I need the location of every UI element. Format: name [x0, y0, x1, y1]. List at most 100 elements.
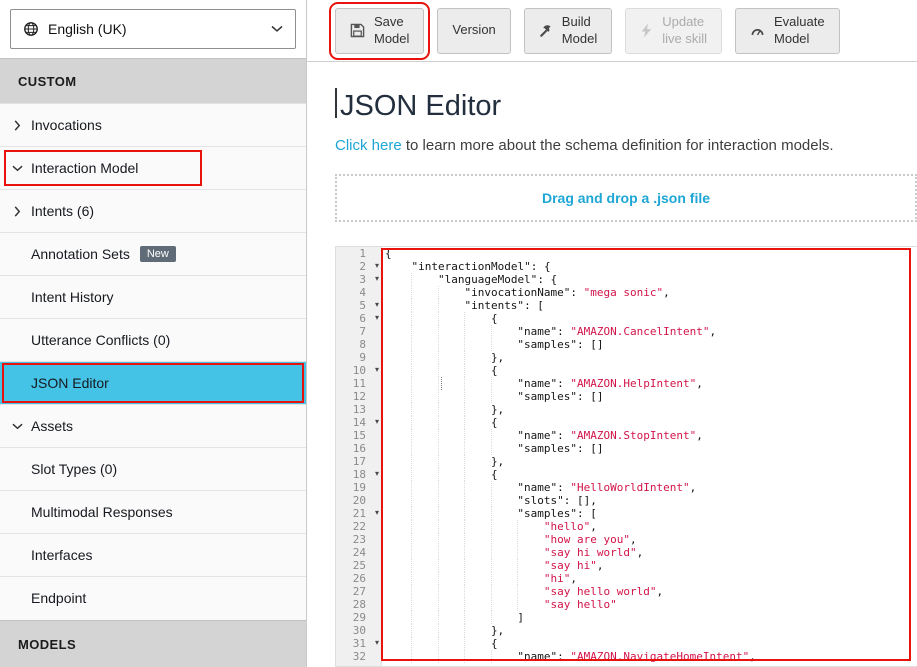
editor-code-area[interactable]: {"interactionModel": {"languageModel": {…: [382, 247, 917, 666]
line-number: 9: [359, 351, 366, 364]
indent-guide: [411, 572, 437, 585]
fold-toggle-icon[interactable]: ▾: [375, 415, 379, 428]
gutter-line: 6▾: [336, 312, 381, 325]
section-label: MODELS: [18, 637, 76, 652]
indent-guide: [464, 559, 490, 572]
indent-guide: [385, 273, 411, 286]
sidebar-item-slot-types-0[interactable]: Slot Types (0): [0, 447, 306, 490]
fold-toggle-icon[interactable]: ▾: [375, 298, 379, 311]
fold-toggle-icon[interactable]: ▾: [375, 636, 379, 649]
sidebar-item-interfaces[interactable]: Interfaces: [0, 533, 306, 576]
line-number: 32: [353, 650, 366, 663]
indent-guide: [464, 442, 490, 455]
indent-guide: [464, 468, 490, 481]
code-token: ,: [663, 286, 670, 299]
indent-guide: [438, 403, 464, 416]
sidebar-item-intents-6[interactable]: Intents (6): [0, 189, 306, 232]
save-model-button[interactable]: SaveModel: [335, 8, 424, 54]
code-token: :: [557, 377, 570, 390]
sidebar-item-invocations[interactable]: Invocations: [0, 103, 306, 146]
indent-guide: [438, 416, 464, 429]
indent-guide: [491, 650, 517, 663]
sidebar-item-annotation-sets[interactable]: Annotation SetsNew: [0, 232, 306, 275]
version-button[interactable]: Version: [437, 8, 510, 54]
code-token: :: [557, 650, 570, 663]
language-selector[interactable]: English (UK): [10, 9, 296, 49]
fold-toggle-icon[interactable]: ▾: [375, 467, 379, 480]
gutter-line: 28: [336, 598, 381, 611]
code-token: "slots": [517, 494, 563, 507]
sidebar-item-utterance-conflicts-0[interactable]: Utterance Conflicts (0): [0, 318, 306, 361]
fold-toggle-icon[interactable]: ▾: [375, 363, 379, 376]
code-token: "samples": [517, 390, 577, 403]
indent-guide: [491, 507, 517, 520]
editor-line: {: [385, 247, 917, 260]
chevron-right-icon: [12, 122, 31, 129]
indent-guide: [385, 351, 411, 364]
code-token: :: [557, 429, 570, 442]
sidebar-item-assets[interactable]: Assets: [0, 404, 306, 447]
indent-guide: [464, 637, 490, 650]
indent-guide: [411, 416, 437, 429]
indent-guide: [517, 559, 543, 572]
editor-gutter: 12▾3▾45▾6▾78910▾11121314▾15161718▾192021…: [336, 247, 382, 666]
editor-line: "interactionModel": {: [385, 260, 917, 273]
indent-guide: [411, 481, 437, 494]
indent-guide: [491, 559, 517, 572]
main-content: JSON Editor Click here to learn more abo…: [307, 62, 917, 667]
line-number: 25: [353, 559, 366, 572]
editor-line: {: [385, 637, 917, 650]
line-number: 16: [353, 442, 366, 455]
code-token: },: [491, 351, 504, 364]
indent-guide: [438, 507, 464, 520]
sidebar-item-interaction-model[interactable]: Interaction Model: [0, 146, 306, 189]
evaluate-model-button[interactable]: EvaluateModel: [735, 8, 840, 54]
indent-guide: [491, 585, 517, 598]
indent-guide: [411, 494, 437, 507]
sidebar-item-endpoint[interactable]: Endpoint: [0, 576, 306, 619]
indent-guide: [385, 286, 411, 299]
build-model-button[interactable]: BuildModel: [524, 8, 612, 54]
line-number: 11: [353, 377, 366, 390]
indent-guide: [385, 325, 411, 338]
gutter-line: 19: [336, 481, 381, 494]
indent-guide: [438, 442, 464, 455]
editor-line: "say hello": [385, 598, 917, 611]
indent-guide: [491, 520, 517, 533]
learn-more-link[interactable]: Click here: [335, 137, 402, 154]
editor-line: "name": "AMAZON.NavigateHomeIntent",: [385, 650, 917, 663]
line-number: 4: [359, 286, 366, 299]
fold-toggle-icon[interactable]: ▾: [375, 506, 379, 519]
gutter-line: 14▾: [336, 416, 381, 429]
gutter-line: 22: [336, 520, 381, 533]
gutter-line: 25: [336, 559, 381, 572]
fold-toggle-icon[interactable]: ▾: [375, 259, 379, 272]
indent-guide: [411, 351, 437, 364]
sidebar-item-json-editor[interactable]: JSON Editor: [0, 361, 306, 404]
fold-toggle-icon[interactable]: ▾: [375, 272, 379, 285]
json-dropzone[interactable]: Drag and drop a .json file: [335, 174, 917, 222]
indent-guide: [438, 299, 464, 312]
sidebar: English (UK) CUSTOMInvocationsInteractio…: [0, 0, 307, 667]
code-token: {: [491, 364, 498, 377]
indent-guide: [438, 468, 464, 481]
update-live-skill-button[interactable]: Updatelive skill: [625, 8, 722, 54]
editor-line: "say hi",: [385, 559, 917, 572]
code-token: "samples": [517, 338, 577, 351]
indent-guide: [411, 455, 437, 468]
json-code-editor[interactable]: 12▾3▾45▾6▾78910▾11121314▾15161718▾192021…: [335, 246, 917, 667]
indent-guide: [411, 533, 437, 546]
indent-guide: [411, 546, 437, 559]
sidebar-item-multimodal-responses[interactable]: Multimodal Responses: [0, 490, 306, 533]
indent-guide: [438, 364, 464, 377]
fold-toggle-icon[interactable]: ▾: [375, 311, 379, 324]
globe-icon: [23, 21, 39, 37]
indent-guide: [517, 520, 543, 533]
code-token: "name": [517, 377, 557, 390]
sidebar-item-intent-history[interactable]: Intent History: [0, 275, 306, 318]
sidebar-item-label: Slot Types (0): [31, 461, 117, 477]
line-number: 30: [353, 624, 366, 637]
editor-line: "samples": []: [385, 442, 917, 455]
gutter-line: 21▾: [336, 507, 381, 520]
code-token: {: [491, 637, 498, 650]
